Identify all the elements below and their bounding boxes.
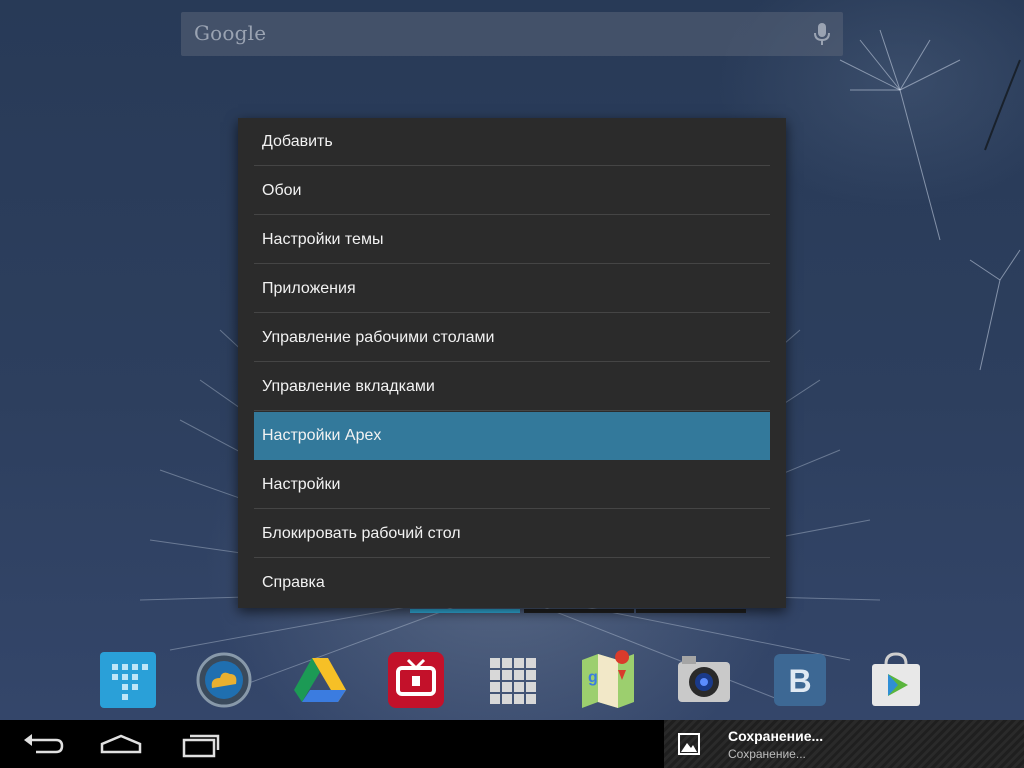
menu-item-manage-desktops[interactable]: Управление рабочими столами: [254, 314, 770, 362]
menu-item-apps[interactable]: Приложения: [254, 265, 770, 313]
tv-app-icon[interactable]: [386, 650, 446, 710]
weather-app-icon[interactable]: [194, 650, 254, 710]
menu-item-wallpaper[interactable]: Обои: [254, 167, 770, 215]
back-icon[interactable]: [16, 728, 66, 760]
menu-item-settings[interactable]: Настройки: [254, 461, 770, 509]
google-logo: Google: [194, 21, 267, 45]
screenshot-saving-notification[interactable]: Сохранение... Сохранение...: [664, 720, 1024, 768]
vk-letter: B: [788, 663, 811, 699]
google-drive-icon[interactable]: [290, 650, 350, 710]
google-maps-icon[interactable]: g: [578, 650, 638, 710]
app-drawer-icon[interactable]: [482, 650, 542, 710]
google-search-bar[interactable]: Google: [181, 12, 843, 56]
vk-icon[interactable]: B: [770, 650, 830, 710]
camera-icon[interactable]: [674, 650, 734, 710]
menu-item-lock-desktop[interactable]: Блокировать рабочий стол: [254, 510, 770, 558]
page-indicator: [524, 609, 634, 613]
notification-subtitle: Сохранение...: [728, 747, 806, 761]
svg-text:g: g: [588, 669, 598, 686]
page-indicator: [636, 609, 746, 613]
system-navigation-bar: Сохранение... Сохранение...: [0, 720, 1024, 768]
microphone-icon[interactable]: [813, 22, 831, 46]
recent-apps-icon[interactable]: [176, 728, 226, 760]
menu-item-help[interactable]: Справка: [254, 559, 770, 607]
page-indicator-active: [410, 609, 520, 613]
notification-title: Сохранение...: [728, 728, 824, 744]
menu-item-add[interactable]: Добавить: [254, 118, 770, 166]
home-icon[interactable]: [96, 728, 146, 760]
play-store-icon[interactable]: [866, 650, 926, 710]
menu-item-apex-settings[interactable]: Настройки Apex: [254, 412, 770, 460]
image-icon: [678, 733, 700, 755]
calendar-app-icon[interactable]: [98, 650, 158, 710]
menu-item-manage-tabs[interactable]: Управление вкладками: [254, 363, 770, 411]
menu-item-theme-settings[interactable]: Настройки темы: [254, 216, 770, 264]
launcher-context-menu: Добавить Обои Настройки темы Приложения …: [238, 118, 786, 608]
